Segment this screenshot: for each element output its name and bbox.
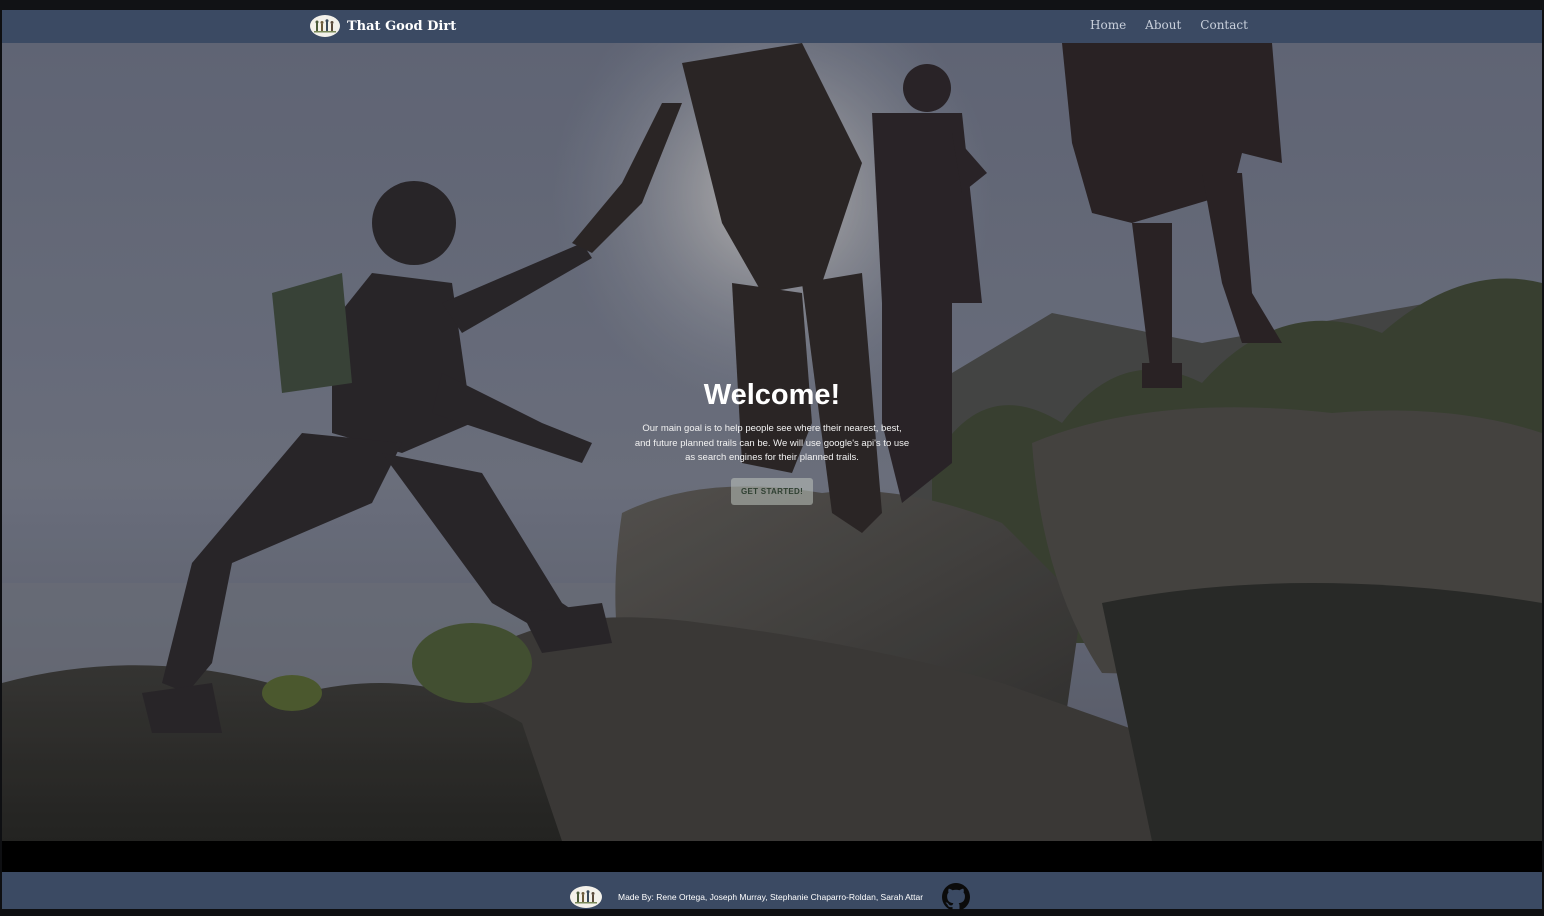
- hero-section: Welcome! Our main goal is to help people…: [2, 43, 1542, 841]
- footer: Made By: Rene Ortega, Joseph Murray, Ste…: [2, 872, 1542, 911]
- hikers-logo-icon: [570, 886, 602, 908]
- get-started-button[interactable]: GET STARTED!: [730, 477, 814, 505]
- nav-links: Home About Contact: [1090, 18, 1248, 32]
- hero-title: Welcome!: [703, 379, 841, 411]
- window-frame: [0, 0, 1544, 10]
- navbar: That Good Dirt Home About Contact: [2, 10, 1542, 43]
- nav-contact-link[interactable]: Contact: [1200, 18, 1248, 32]
- brand-name: That Good Dirt: [347, 18, 457, 34]
- github-icon[interactable]: [942, 883, 970, 911]
- nav-home-link[interactable]: Home: [1090, 18, 1126, 32]
- hero-content: Welcome! Our main goal is to help people…: [622, 378, 922, 505]
- brand-link[interactable]: That Good Dirt: [310, 15, 456, 37]
- footer-credits: Made By: Rene Ortega, Joseph Murray, Ste…: [618, 892, 924, 902]
- hero-description: Our main goal is to help people see wher…: [634, 423, 910, 463]
- section-divider: [2, 841, 1542, 872]
- hikers-logo-icon: [310, 15, 340, 37]
- nav-about-link[interactable]: About: [1145, 18, 1181, 32]
